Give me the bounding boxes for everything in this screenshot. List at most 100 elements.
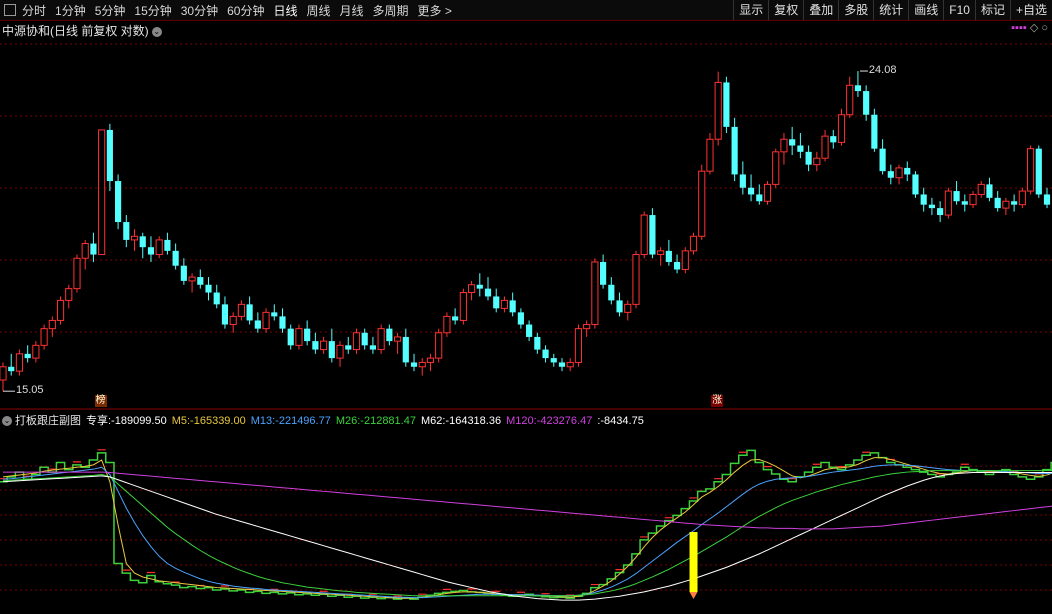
candle-body — [689, 235, 698, 252]
candle-body — [509, 300, 516, 313]
candle-body — [386, 328, 393, 342]
candle-body — [271, 312, 278, 317]
candle-body — [550, 358, 557, 363]
indicator-value: M62:-164318.36 — [420, 415, 502, 427]
candle-body — [24, 353, 31, 359]
candle-body — [106, 129, 113, 182]
candle-body — [0, 366, 7, 381]
candle-body — [205, 284, 212, 293]
candle-body — [221, 304, 229, 325]
indicator-value: 专享:-189099.50 — [86, 415, 167, 427]
series-M5 — [2, 457, 1052, 599]
candle-body — [459, 292, 467, 321]
high-label: 24.08 — [868, 64, 897, 77]
candle-body — [846, 84, 854, 116]
diamond-icon — [689, 592, 698, 599]
candle-body — [443, 315, 451, 334]
candle-body — [969, 193, 977, 206]
candle-body — [180, 265, 187, 281]
candle-body — [287, 328, 294, 346]
candle-body — [821, 135, 829, 159]
candle-body — [600, 261, 607, 285]
candle-body — [837, 114, 846, 143]
candle-body — [1035, 148, 1042, 195]
bang-marker: 榜 — [94, 395, 107, 407]
candle-body — [1011, 201, 1018, 205]
chart-canvas — [0, 43, 1052, 601]
candle-body — [813, 157, 821, 166]
candle-body — [854, 85, 862, 92]
candle-body — [361, 332, 368, 346]
candle-body — [649, 215, 656, 255]
candle-body — [912, 174, 919, 195]
signal-bar — [689, 532, 698, 592]
candle-body — [188, 276, 196, 282]
candle-body — [920, 194, 927, 205]
candle-body — [583, 324, 591, 330]
candle-body — [937, 208, 944, 216]
candle-body — [1002, 200, 1010, 209]
candle-body — [863, 91, 870, 115]
candle-body — [15, 353, 24, 372]
candle-body — [8, 366, 15, 372]
candle-body — [566, 361, 574, 368]
candle-body — [410, 362, 418, 367]
chevron-down-icon[interactable]: ⌄ — [2, 416, 12, 427]
candle-body — [254, 320, 261, 329]
candle-body — [805, 151, 812, 165]
candle-body — [756, 194, 763, 202]
candle-body — [48, 319, 56, 330]
candle-body — [871, 114, 878, 149]
candle-body — [534, 336, 541, 350]
candle-body — [345, 345, 352, 350]
candle-body — [673, 261, 681, 270]
candle-body — [665, 250, 672, 262]
candle-body — [418, 361, 426, 368]
series-M120 — [3, 471, 1052, 530]
candle-body — [262, 311, 270, 330]
candle-body — [130, 235, 139, 241]
candle-body — [879, 148, 886, 172]
low-label: 15.05 — [16, 384, 44, 397]
candle-body — [608, 284, 615, 301]
candle-body — [336, 344, 344, 359]
series-M26 — [2, 470, 1052, 597]
indicator-title: ⌄ 打板跟庄副图 专享:-189099.50 M5:-165339.00 M13:-22… — [2, 412, 654, 428]
candle-body — [369, 345, 377, 350]
candle-body — [961, 201, 968, 205]
candle-body — [435, 332, 443, 359]
candle-body — [237, 303, 245, 317]
indicator-value: M120:-423276.47 — [506, 415, 593, 427]
candle-body — [73, 257, 81, 290]
candle-body — [246, 304, 253, 321]
candle-body — [977, 183, 985, 195]
candle-body — [65, 288, 73, 301]
candle-body — [402, 336, 409, 363]
candle-body — [426, 357, 435, 363]
candle-body — [780, 138, 788, 153]
candle-body — [320, 340, 328, 351]
series-M13 — [2, 464, 1052, 599]
candle-body — [377, 328, 385, 351]
candle-body — [467, 284, 476, 294]
candle-body — [164, 239, 171, 251]
candle-body — [944, 190, 952, 216]
candle-body — [115, 181, 122, 223]
candle-body — [476, 284, 483, 289]
candle-body — [484, 288, 492, 297]
candle-body — [731, 126, 738, 175]
candle-body — [500, 299, 509, 309]
candle-body — [714, 81, 722, 140]
candle-body — [172, 250, 179, 266]
candle-body — [452, 316, 459, 321]
candle-body — [213, 292, 220, 305]
candle-body — [681, 250, 689, 270]
candle-body — [616, 300, 623, 313]
candle-body — [986, 184, 993, 198]
candle-body — [797, 145, 804, 152]
candle-body — [574, 328, 583, 363]
candle-body — [624, 303, 632, 313]
candle-body — [994, 197, 1001, 209]
candle-body — [98, 129, 106, 256]
candle-body — [295, 328, 303, 346]
